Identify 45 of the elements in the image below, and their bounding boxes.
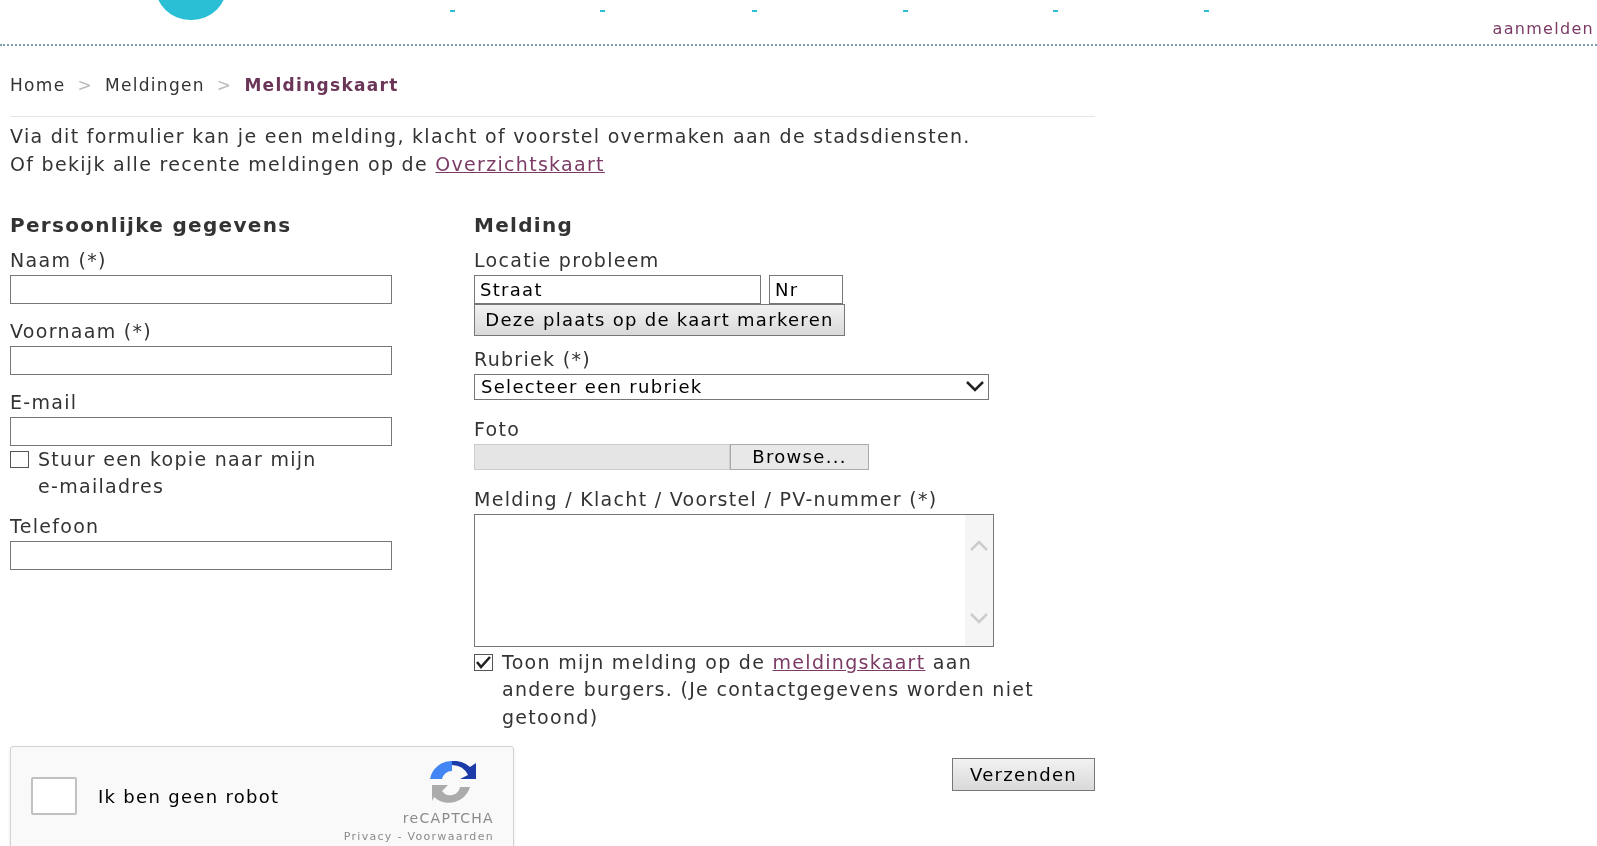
street-field[interactable]: Straat bbox=[474, 274, 761, 304]
input-field[interactable] bbox=[10, 540, 392, 570]
captcha-label: Ik ben geen robot bbox=[98, 785, 280, 809]
overview-map-link[interactable]: Overzichtskaart bbox=[435, 152, 605, 175]
nav-marker bbox=[1053, 10, 1058, 12]
nav-marker bbox=[600, 10, 605, 12]
field-label: Telefoon bbox=[10, 513, 101, 539]
nav-marker bbox=[752, 10, 757, 12]
submit-button[interactable]: Verzenden bbox=[952, 758, 1095, 791]
chevron-down-icon bbox=[966, 381, 984, 392]
captcha-checkbox[interactable] bbox=[31, 777, 77, 815]
mark-location-button[interactable]: Deze plaats op de kaart markeren bbox=[474, 303, 845, 336]
field-label: Locatie probleem bbox=[474, 247, 661, 273]
file-name-field[interactable] bbox=[474, 443, 730, 470]
field-label: Foto bbox=[474, 416, 522, 442]
nav-marker bbox=[1204, 10, 1209, 12]
nav-marker bbox=[450, 10, 455, 12]
breadcrumb-link[interactable]: Meldingen bbox=[104, 73, 205, 99]
checkbox[interactable] bbox=[474, 653, 493, 671]
captcha-brand: reCAPTCHA bbox=[402, 809, 494, 828]
section-heading: Persoonlijke gegevens bbox=[10, 211, 293, 239]
login-link[interactable]: aanmelden bbox=[1492, 17, 1594, 41]
nav-marker bbox=[903, 10, 908, 12]
map-link[interactable]: meldingskaart bbox=[772, 650, 926, 673]
field-label: Rubriek (*) bbox=[474, 346, 592, 372]
intro-text: Via dit formulier kan je een melding, klacht of voorstel overmaken aan de stadsdiensten. bbox=[10, 123, 972, 149]
number-field[interactable]: Nr bbox=[769, 274, 843, 304]
field-label: Melding / Klacht / Voorstel / PV-nummer (*) bbox=[474, 486, 939, 512]
input-field[interactable] bbox=[10, 416, 392, 446]
input-field[interactable] bbox=[10, 274, 392, 304]
field-label: E-mail bbox=[10, 389, 79, 415]
field-label: Naam (*) bbox=[10, 247, 108, 273]
checkbox-label: Toon mijn melding op de meldingskaart aan andere burgers. (Je contactgegevens worden niet getoond) bbox=[502, 649, 1035, 730]
category-select[interactable]: Selecteer een rubriek bbox=[474, 373, 989, 400]
checkbox[interactable] bbox=[10, 450, 29, 468]
field-label: Voornaam (*) bbox=[10, 318, 154, 344]
checkbox-label: Stuur een kopie naar mijn e-mailadres bbox=[38, 446, 318, 499]
browse-button[interactable]: Browse... bbox=[730, 443, 869, 470]
section-heading: Melding bbox=[474, 211, 575, 239]
breadcrumb-separator: > bbox=[77, 74, 93, 97]
breadcrumb-link[interactable]: Meldingskaart bbox=[244, 73, 399, 99]
input-field[interactable] bbox=[10, 345, 392, 375]
breadcrumb-separator: > bbox=[216, 74, 233, 97]
breadcrumb-link[interactable]: Home bbox=[10, 73, 66, 99]
intro-text: Of bekijk alle recente meldingen op de Overzichtskaart bbox=[10, 151, 606, 177]
